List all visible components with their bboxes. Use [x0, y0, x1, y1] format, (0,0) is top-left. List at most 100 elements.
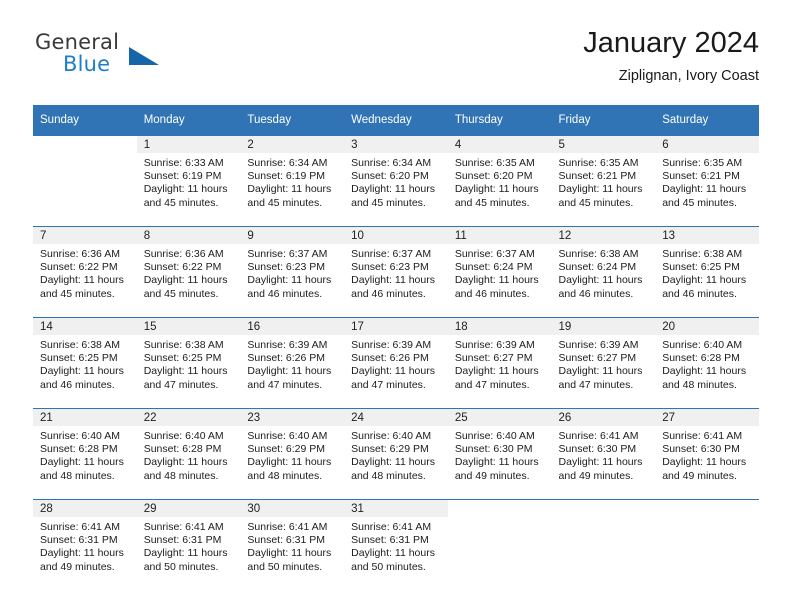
calendar-day-cell[interactable]: 11 Sunrise: 6:37 AM Sunset: 6:24 PM Dayligh… [447, 226, 552, 318]
calendar-day-cell[interactable]: 3 Sunrise: 6:34 AM Sunset: 6:20 PM Daylight… [344, 135, 448, 227]
calendar-day-cell[interactable]: 28 Sunrise: 6:41 AM Sunset: 6:31 PM Dayligh… [33, 499, 137, 590]
day-cell-details: Sunrise: 6:38 AM Sunset: 6:25 PM Daylight:… [33, 335, 137, 392]
day-cell-details: Sunrise: 6:37 AM Sunset: 6:24 PM Daylight:… [448, 244, 552, 301]
day-cell-inner [33, 136, 137, 226]
calendar-day-cell[interactable]: 27 Sunrise: 6:41 AM Sunset: 6:30 PM Dayligh… [655, 408, 759, 500]
calendar-day-cell[interactable]: 23 Sunrise: 6:40 AM Sunset: 6:29 PM Dayligh… [240, 408, 345, 500]
day-cell-inner: 1 Sunrise: 6:33 AM Sunset: 6:19 PM Daylight… [136, 136, 241, 226]
sunrise-time: Sunrise: 6:41 AM [662, 430, 743, 442]
daylight-duration-line1: Daylight: 11 hours [558, 456, 643, 469]
day-number: 28 [33, 500, 137, 517]
daylight-duration-line1: Daylight: 11 hours [143, 365, 228, 378]
daylight-duration-line2: and 50 minutes. [143, 560, 219, 573]
calendar-week-row: 7 Sunrise: 6:36 AM Sunset: 6:22 PM Daylight… [33, 226, 759, 318]
page-header: General Blue January 2024 Ziplignan, Ivo… [33, 26, 759, 98]
day-number: 2 [240, 136, 345, 153]
day-cell-inner: 17 Sunrise: 6:39 AM Sunset: 6:26 PM Dayligh… [344, 318, 448, 408]
day-cell-inner: 22 Sunrise: 6:40 AM Sunset: 6:28 PM Dayligh… [136, 409, 241, 499]
calendar-day-cell[interactable]: 5 Sunrise: 6:35 AM Sunset: 6:21 PM Daylight… [551, 135, 656, 227]
sunset-time: Sunset: 6:23 PM [351, 261, 429, 274]
calendar-day-cell[interactable]: 31 Sunrise: 6:41 AM Sunset: 6:31 PM Dayligh… [344, 499, 448, 590]
day-cell-inner: 10 Sunrise: 6:37 AM Sunset: 6:23 PM Dayligh… [344, 227, 448, 317]
sunrise-time: Sunrise: 6:40 AM [351, 430, 432, 442]
day-number: 27 [655, 409, 759, 426]
sunset-time: Sunset: 6:19 PM [247, 170, 326, 183]
daylight-duration-line2: and 45 minutes. [247, 196, 323, 209]
sunset-time: Sunset: 6:28 PM [662, 352, 740, 365]
sunset-time: Sunset: 6:29 PM [247, 443, 326, 456]
daylight-duration-line2: and 49 minutes. [40, 560, 115, 573]
calendar-day-cell[interactable]: 19 Sunrise: 6:39 AM Sunset: 6:27 PM Dayligh… [551, 317, 656, 409]
sunrise-time: Sunrise: 6:36 AM [40, 248, 120, 260]
calendar-day-cell[interactable]: 13 Sunrise: 6:38 AM Sunset: 6:25 PM Dayligh… [655, 226, 759, 318]
day-cell-details: Sunrise: 6:35 AM Sunset: 6:20 PM Daylight:… [448, 153, 552, 210]
day-cell-inner [551, 500, 656, 590]
calendar-day-cell[interactable]: 22 Sunrise: 6:40 AM Sunset: 6:28 PM Dayligh… [136, 408, 241, 500]
sunrise-time: Sunrise: 6:40 AM [143, 430, 224, 442]
calendar-day-cell[interactable]: 14 Sunrise: 6:38 AM Sunset: 6:25 PM Dayligh… [33, 317, 137, 409]
day-cell-details: Sunrise: 6:37 AM Sunset: 6:23 PM Daylight:… [344, 244, 448, 301]
daylight-duration-line2: and 48 minutes. [351, 469, 426, 482]
sunrise-time: Sunrise: 6:41 AM [351, 521, 432, 533]
daylight-duration-line1: Daylight: 11 hours [454, 456, 539, 469]
calendar-day-cell[interactable]: 9 Sunrise: 6:37 AM Sunset: 6:23 PM Daylight… [240, 226, 345, 318]
day-cell-inner: 28 Sunrise: 6:41 AM Sunset: 6:31 PM Dayligh… [33, 500, 137, 590]
calendar-day-cell[interactable]: 6 Sunrise: 6:35 AM Sunset: 6:21 PM Daylight… [655, 135, 759, 227]
calendar-day-cell[interactable]: 17 Sunrise: 6:39 AM Sunset: 6:26 PM Dayligh… [344, 317, 448, 409]
sunrise-time: Sunrise: 6:39 AM [558, 339, 639, 351]
calendar-day-cell[interactable]: 24 Sunrise: 6:40 AM Sunset: 6:29 PM Dayligh… [344, 408, 448, 500]
calendar-day-cell[interactable]: 7 Sunrise: 6:36 AM Sunset: 6:22 PM Daylight… [33, 226, 137, 318]
day-cell-inner: 5 Sunrise: 6:35 AM Sunset: 6:21 PM Daylight… [551, 136, 656, 226]
calendar-day-cell[interactable]: 2 Sunrise: 6:34 AM Sunset: 6:19 PM Daylight… [240, 135, 345, 227]
calendar-day-cell[interactable]: 18 Sunrise: 6:39 AM Sunset: 6:27 PM Dayligh… [447, 317, 552, 409]
day-cell-inner: 8 Sunrise: 6:36 AM Sunset: 6:22 PM Daylight… [136, 227, 241, 317]
sunrise-time: Sunrise: 6:41 AM [40, 521, 120, 533]
calendar-day-cell[interactable]: 26 Sunrise: 6:41 AM Sunset: 6:30 PM Dayligh… [551, 408, 656, 500]
daylight-duration-line1: Daylight: 11 hours [247, 456, 332, 469]
weekday-header-sunday: Sunday [33, 105, 137, 136]
brand-logo[interactable]: General Blue [33, 30, 253, 90]
sunrise-time: Sunrise: 6:35 AM [662, 157, 743, 169]
day-cell-inner: 3 Sunrise: 6:34 AM Sunset: 6:20 PM Daylight… [344, 136, 448, 226]
calendar-day-cell[interactable]: 20 Sunrise: 6:40 AM Sunset: 6:28 PM Dayligh… [655, 317, 759, 409]
day-cell-details: Sunrise: 6:41 AM Sunset: 6:31 PM Daylight:… [240, 517, 344, 574]
day-number: 14 [33, 318, 137, 335]
calendar-day-cell[interactable]: 4 Sunrise: 6:35 AM Sunset: 6:20 PM Daylight… [447, 135, 552, 227]
daylight-duration-line2: and 50 minutes. [351, 560, 426, 573]
day-number [655, 500, 759, 517]
calendar-day-cell[interactable]: 8 Sunrise: 6:36 AM Sunset: 6:22 PM Daylight… [136, 226, 241, 318]
calendar-day-cell[interactable]: 15 Sunrise: 6:38 AM Sunset: 6:25 PM Dayligh… [136, 317, 241, 409]
daylight-duration-line2: and 45 minutes. [143, 287, 219, 300]
day-cell-details: Sunrise: 6:35 AM Sunset: 6:21 PM Daylight:… [655, 153, 759, 210]
day-number [551, 500, 656, 517]
triangle-icon [129, 47, 159, 65]
daylight-duration-line2: and 47 minutes. [454, 378, 530, 391]
day-cell-inner: 27 Sunrise: 6:41 AM Sunset: 6:30 PM Dayligh… [655, 409, 759, 499]
daylight-duration-line2: and 45 minutes. [351, 196, 426, 209]
daylight-duration-line2: and 48 minutes. [662, 378, 737, 391]
day-cell-details: Sunrise: 6:40 AM Sunset: 6:29 PM Daylight:… [240, 426, 344, 483]
day-cell-inner: 18 Sunrise: 6:39 AM Sunset: 6:27 PM Dayligh… [447, 318, 552, 408]
calendar-day-cell[interactable]: 16 Sunrise: 6:39 AM Sunset: 6:26 PM Dayligh… [240, 317, 345, 409]
weekday-header-friday: Friday [551, 105, 656, 136]
sunset-time: Sunset: 6:22 PM [143, 261, 222, 274]
sunrise-time: Sunrise: 6:34 AM [247, 157, 328, 169]
sunset-time: Sunset: 6:27 PM [454, 352, 533, 365]
day-cell-details: Sunrise: 6:39 AM Sunset: 6:26 PM Daylight:… [240, 335, 344, 392]
calendar-day-cell[interactable]: 30 Sunrise: 6:41 AM Sunset: 6:31 PM Dayligh… [240, 499, 345, 590]
sunrise-time: Sunrise: 6:39 AM [454, 339, 535, 351]
day-cell-details: Sunrise: 6:39 AM Sunset: 6:27 PM Daylight:… [552, 335, 656, 392]
calendar-day-cell[interactable]: 21 Sunrise: 6:40 AM Sunset: 6:28 PM Dayligh… [33, 408, 137, 500]
calendar-day-cell[interactable]: 29 Sunrise: 6:41 AM Sunset: 6:31 PM Dayligh… [136, 499, 241, 590]
sunset-time: Sunset: 6:30 PM [558, 443, 637, 456]
day-cell-details: Sunrise: 6:40 AM Sunset: 6:29 PM Daylight:… [344, 426, 448, 483]
calendar-day-cell[interactable]: 12 Sunrise: 6:38 AM Sunset: 6:24 PM Dayligh… [551, 226, 656, 318]
sunset-time: Sunset: 6:21 PM [558, 170, 637, 183]
calendar-day-cell[interactable]: 25 Sunrise: 6:40 AM Sunset: 6:30 PM Dayligh… [447, 408, 552, 500]
day-number: 20 [655, 318, 759, 335]
calendar-day-cell[interactable]: 10 Sunrise: 6:37 AM Sunset: 6:23 PM Dayligh… [344, 226, 448, 318]
day-cell-details [655, 517, 759, 521]
day-number: 8 [136, 227, 241, 244]
calendar-day-cell[interactable]: 1 Sunrise: 6:33 AM Sunset: 6:19 PM Daylight… [136, 135, 241, 227]
daylight-duration-line2: and 45 minutes. [662, 196, 737, 209]
